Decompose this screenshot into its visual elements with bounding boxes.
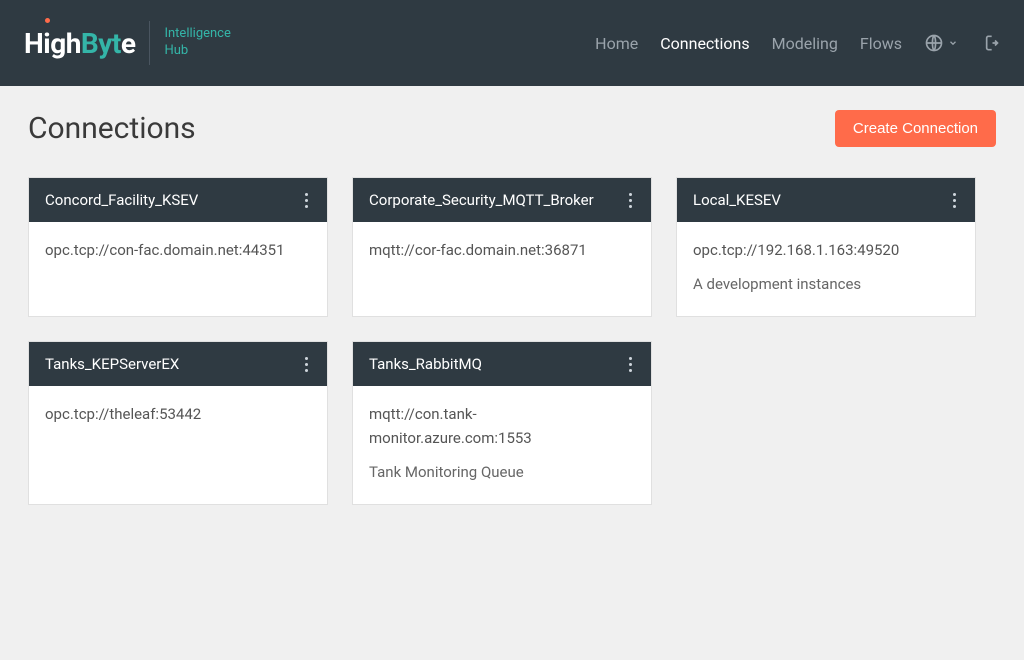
brand-divider [149,21,150,65]
nav-modeling[interactable]: Modeling [772,34,838,53]
connection-description: Tank Monitoring Queue [369,460,635,484]
card-body: opc.tcp://192.168.1.163:49520 A developm… [677,222,975,316]
connection-card[interactable]: Local_KESEV opc.tcp://192.168.1.163:4952… [676,177,976,317]
connection-url: opc.tcp://theleaf:53442 [45,402,311,426]
logo[interactable]: HighByte [24,27,135,60]
card-header: Corporate_Security_MQTT_Broker [353,178,651,222]
connection-name: Tanks_RabbitMQ [369,355,482,373]
chevron-down-icon [948,38,958,48]
card-menu-button[interactable] [621,188,639,212]
nav-connections[interactable]: Connections [660,34,749,53]
brand-subtitle-line2: Hub [164,43,230,60]
connection-name: Concord_Facility_KSEV [45,191,198,209]
connection-description: A development instances [693,272,959,296]
connection-name: Tanks_KEPServerEX [45,355,179,373]
card-header: Local_KESEV [677,178,975,222]
logout-button[interactable] [980,33,1000,53]
connection-name: Corporate_Security_MQTT_Broker [369,191,594,209]
card-body: opc.tcp://con-fac.domain.net:44351 [29,222,327,292]
brand-subtitle: Intelligence Hub [164,26,230,60]
nav-flows[interactable]: Flows [860,34,902,53]
card-body: opc.tcp://theleaf:53442 [29,386,327,456]
connection-url: opc.tcp://con-fac.domain.net:44351 [45,238,311,262]
page-title: Connections [28,111,196,146]
connection-url: opc.tcp://192.168.1.163:49520 [693,238,959,262]
connections-grid: Concord_Facility_KSEV opc.tcp://con-fac.… [28,177,996,505]
card-menu-button[interactable] [297,188,315,212]
card-menu-button[interactable] [297,352,315,376]
card-header: Concord_Facility_KSEV [29,178,327,222]
brand-block: HighByte Intelligence Hub [24,21,231,65]
card-body: mqtt://cor-fac.domain.net:36871 [353,222,651,292]
card-body: mqtt://con.tank-monitor.azure.com:1553 T… [353,386,651,504]
card-menu-button[interactable] [621,352,639,376]
create-connection-button[interactable]: Create Connection [835,110,996,147]
globe-icon [924,33,944,53]
card-menu-button[interactable] [945,188,963,212]
logout-icon [980,33,1000,53]
top-navbar: HighByte Intelligence Hub Home Connectio… [0,0,1024,86]
card-header: Tanks_KEPServerEX [29,342,327,386]
connection-card[interactable]: Tanks_RabbitMQ mqtt://con.tank-monitor.a… [352,341,652,505]
connection-url: mqtt://cor-fac.domain.net:36871 [369,238,635,262]
connection-url: mqtt://con.tank-monitor.azure.com:1553 [369,402,635,450]
connection-card[interactable]: Tanks_KEPServerEX opc.tcp://theleaf:5344… [28,341,328,505]
globe-dropdown[interactable] [924,33,958,53]
brand-subtitle-line1: Intelligence [164,26,230,43]
card-header: Tanks_RabbitMQ [353,342,651,386]
connection-card[interactable]: Corporate_Security_MQTT_Broker mqtt://co… [352,177,652,317]
page-content: Connections Create Connection Concord_Fa… [0,86,1024,529]
connection-name: Local_KESEV [693,191,781,209]
nav-home[interactable]: Home [595,34,638,53]
page-header: Connections Create Connection [28,110,996,147]
connection-card[interactable]: Concord_Facility_KSEV opc.tcp://con-fac.… [28,177,328,317]
nav-right: Home Connections Modeling Flows [595,33,1000,53]
